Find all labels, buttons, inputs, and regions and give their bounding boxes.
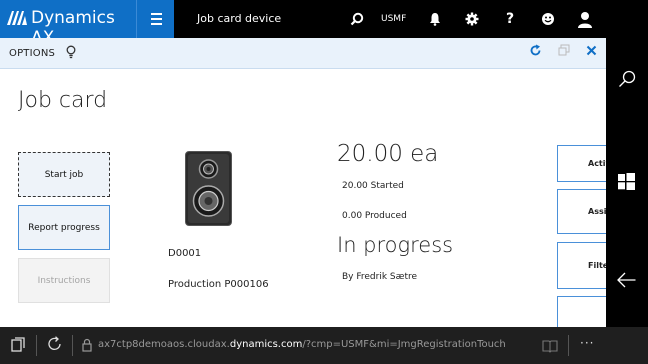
windows-start-icon[interactable] bbox=[618, 173, 635, 194]
lock-icon bbox=[82, 337, 92, 356]
worker-name: By Fredrik Sætre bbox=[342, 272, 418, 282]
speaker-icon bbox=[188, 154, 229, 223]
menu-button[interactable] bbox=[136, 0, 174, 38]
refresh-icon[interactable] bbox=[47, 336, 63, 356]
more-icon[interactable]: ··· bbox=[580, 336, 594, 350]
url-suffix: /?cmp=USMF&mi=JmgRegistrationTouch bbox=[302, 339, 506, 350]
url-prefix: ax7ctp8demoaos.cloudax. bbox=[98, 339, 230, 350]
resource-id: D0001 bbox=[168, 248, 202, 259]
quantity-value: 20.00 ea bbox=[337, 141, 439, 167]
back-arrow-icon[interactable] bbox=[617, 272, 636, 292]
instructions-button[interactable]: Instructions bbox=[18, 258, 110, 303]
refresh-icon[interactable] bbox=[529, 44, 542, 61]
smiley-icon[interactable] bbox=[533, 0, 563, 38]
bell-icon[interactable] bbox=[420, 0, 450, 38]
divider bbox=[568, 335, 569, 356]
lightbulb-icon[interactable] bbox=[66, 45, 76, 63]
browser-address-bar: ax7ctp8demoaos.cloudax.dynamics.com/?cmp… bbox=[0, 327, 648, 364]
job-status: In progress bbox=[337, 233, 454, 257]
app-window: Dynamics AX Job card device USMF ? OPTIO… bbox=[0, 0, 606, 327]
divider bbox=[36, 335, 37, 356]
divider bbox=[72, 335, 73, 356]
filter-label: Filter bbox=[588, 261, 606, 270]
assign-label: Assign bbox=[588, 207, 606, 216]
tabs-icon[interactable] bbox=[11, 337, 26, 356]
page-title: Job card bbox=[18, 88, 108, 113]
produced-quantity: 0.00 Produced bbox=[342, 211, 407, 221]
address-url[interactable]: ax7ctp8demoaos.cloudax.dynamics.com/?cmp… bbox=[98, 339, 506, 350]
hamburger-icon-line bbox=[151, 18, 162, 20]
production-order: Production P000106 bbox=[168, 279, 269, 290]
filter-button[interactable]: Filter bbox=[557, 242, 606, 289]
speaker-product-image bbox=[185, 151, 232, 226]
report-progress-button[interactable]: Report progress bbox=[18, 205, 110, 250]
start-job-button[interactable]: Start job bbox=[18, 152, 110, 197]
brand-area[interactable]: Dynamics AX bbox=[0, 0, 136, 48]
search-icon[interactable] bbox=[342, 0, 372, 38]
dynamics-logo-icon bbox=[7, 11, 27, 25]
hamburger-icon-line bbox=[151, 13, 162, 15]
windows-navigation-bar bbox=[606, 0, 648, 364]
popout-icon[interactable] bbox=[558, 44, 570, 60]
assign-button[interactable]: Assign bbox=[557, 189, 606, 234]
company-selector[interactable]: USMF bbox=[381, 14, 406, 24]
url-domain: dynamics.com bbox=[229, 339, 303, 350]
user-icon[interactable] bbox=[570, 0, 600, 38]
hamburger-icon-line bbox=[151, 23, 162, 25]
reading-view-icon[interactable] bbox=[542, 338, 558, 357]
page-name: Job card device bbox=[197, 12, 282, 25]
help-icon[interactable]: ? bbox=[495, 0, 525, 38]
more-side-button[interactable] bbox=[557, 296, 606, 327]
top-navigation-bar: Dynamics AX Job card device USMF ? bbox=[0, 0, 606, 48]
activities-button[interactable]: Activities bbox=[557, 145, 606, 182]
started-quantity: 20.00 Started bbox=[342, 181, 404, 191]
activities-label: Activities bbox=[588, 159, 606, 168]
options-bar: OPTIONS bbox=[0, 38, 606, 69]
close-icon[interactable] bbox=[586, 44, 597, 60]
options-tab[interactable]: OPTIONS bbox=[9, 48, 55, 59]
search-icon[interactable] bbox=[618, 70, 636, 92]
gear-icon[interactable] bbox=[457, 0, 487, 38]
